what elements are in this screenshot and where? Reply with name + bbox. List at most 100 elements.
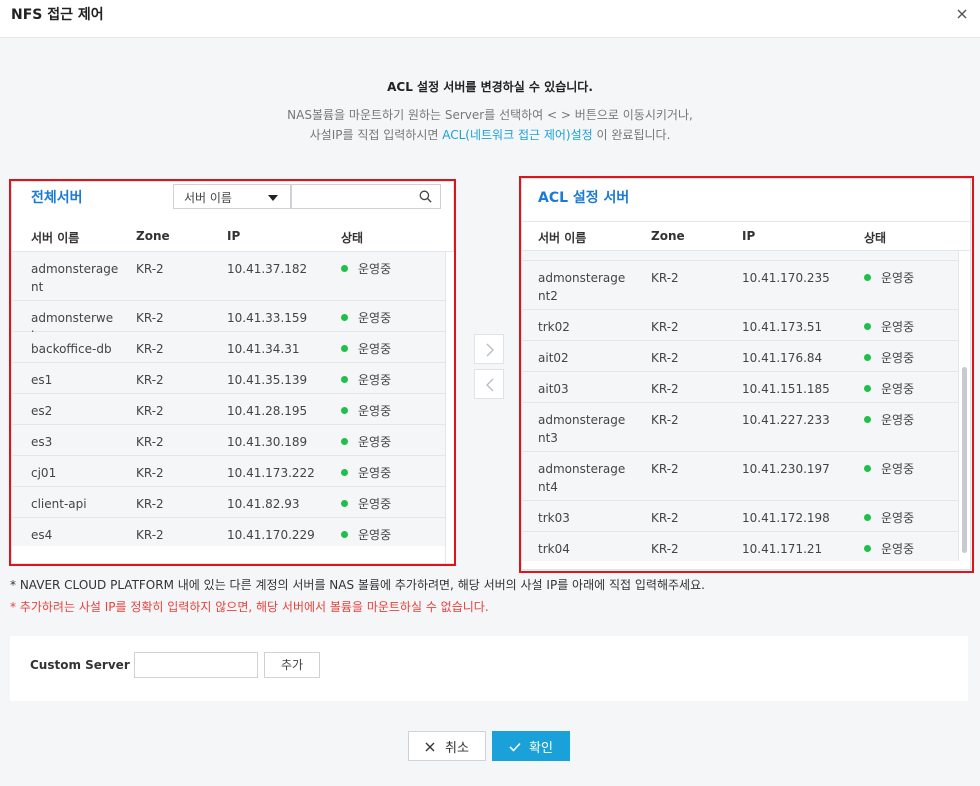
intro-title: ACL 설정 서버를 변경하실 수 있습니다.: [387, 80, 593, 94]
server-name-cell: ait02: [538, 351, 569, 365]
server-name-cell: cj01: [31, 466, 57, 480]
search-icon[interactable]: [419, 190, 432, 203]
custom-server-ip-field: [134, 652, 258, 678]
all-servers-scrollbar[interactable]: [445, 252, 454, 563]
search-field-selected: 서버 이름: [184, 191, 232, 205]
status-text: 운영중: [881, 271, 915, 285]
table-row[interactable]: admonsterwebKR-210.41.33.159운영중: [12, 301, 445, 343]
ip-cell: 10.41.37.182: [227, 262, 308, 276]
table-row[interactable]: es3 KR-2 10.41.30.189 운영중: [12, 425, 445, 456]
cancel-button[interactable]: 취소: [408, 731, 486, 761]
close-icon: [957, 9, 967, 19]
ip-cell: 10.41.151.185: [742, 382, 830, 396]
server-name-cell: es4: [31, 528, 53, 542]
table-row[interactable]: admonsteragent3 KR-2 10.41.227.233 운영중: [522, 403, 958, 452]
server-name-cell: admonsteragent: [31, 262, 119, 294]
status-cell: 운영중: [864, 349, 914, 367]
zone-cell: KR-2: [136, 262, 164, 276]
status-dot-icon: [341, 376, 348, 383]
status-cell: 운영중: [341, 340, 391, 358]
status-cell: 운영중: [341, 464, 391, 482]
nfs-access-modal: NFS 접근 제어 ACL 설정 서버를 변경하실 수 있습니다. NAS볼륨을…: [0, 0, 980, 786]
confirm-label: 확인: [529, 741, 553, 756]
intro-line-2: 사설IP를 직접 입력하시면 ACL(네트워크 접근 제어)설정 이 완료됩니다…: [0, 125, 980, 145]
ip-cell: 10.41.34.31: [227, 342, 300, 356]
status-cell: 운영중: [341, 260, 391, 278]
intro-line-1: NAS볼륨을 마운트하기 원하는 Server를 선택하여 < > 버튼으로 이…: [287, 108, 693, 122]
zone-cell: KR-2: [136, 497, 164, 511]
zone-cell: KR-2: [136, 311, 164, 325]
table-row[interactable]: es2 KR-2 10.41.28.195 운영중: [12, 394, 445, 425]
server-name-cell: es2: [31, 404, 53, 418]
column-header-ip: IP: [742, 229, 756, 243]
column-header-zone: Zone: [651, 229, 685, 243]
acl-servers-table-body: admonsteragent2 KR-2 10.41.170.235 운영중 trk02…: [522, 251, 958, 561]
status-dot-icon: [341, 500, 348, 507]
zone-cell: KR-2: [651, 542, 679, 556]
search-box: [291, 184, 441, 209]
status-cell: 운영중: [341, 371, 391, 389]
server-name-cell: ait03: [538, 382, 569, 396]
column-header-status: 상태: [864, 231, 887, 245]
intro-section: ACL 설정 서버를 변경하실 수 있습니다. NAS볼륨을 마운트하기 원하는…: [0, 78, 980, 145]
ip-cell: 10.41.170.229: [227, 528, 315, 542]
status-cell: 운영중: [864, 540, 914, 558]
search-field-select[interactable]: 서버 이름: [173, 184, 291, 209]
zone-cell: KR-2: [136, 342, 164, 356]
acl-setting-link[interactable]: ACL(네트워크 접근 제어)설정: [442, 128, 592, 142]
table-row[interactable]: trk04 KR-2 10.41.171.21 운영중: [522, 532, 958, 561]
add-button[interactable]: 추가: [264, 652, 320, 678]
acl-servers-table-header: 서버 이름 Zone IP 상태: [522, 221, 970, 251]
status-dot-icon: [864, 514, 871, 521]
close-icon: [425, 742, 435, 752]
status-dot-icon: [341, 314, 348, 321]
status-cell: 운영중: [864, 269, 914, 287]
move-left-button[interactable]: [474, 369, 504, 399]
status-text: 운영중: [881, 511, 915, 525]
status-text: 운영중: [358, 528, 392, 542]
table-row[interactable]: admonsteragent4 KR-2 10.41.230.197 운영중: [522, 452, 958, 501]
all-servers-title: 전체서버: [31, 190, 83, 206]
chevron-right-icon: [486, 343, 494, 357]
status-dot-icon: [341, 531, 348, 538]
scrolled-row-edge: [522, 251, 958, 261]
status-cell: 운영중: [341, 495, 391, 513]
zone-cell: KR-2: [136, 466, 164, 480]
table-row[interactable]: es1 KR-2 10.41.35.139 운영중: [12, 363, 445, 394]
status-text: 운영중: [358, 373, 392, 387]
table-row[interactable]: trk02 KR-2 10.41.173.51 운영중: [522, 310, 958, 341]
intro-line-2-suffix: 이 완료됩니다.: [592, 128, 671, 142]
status-dot-icon: [864, 545, 871, 552]
close-button[interactable]: [954, 6, 970, 22]
table-row[interactable]: trk03 KR-2 10.41.172.198 운영중: [522, 501, 958, 532]
table-row[interactable]: client-api KR-2 10.41.82.93 운영중: [12, 487, 445, 518]
table-row[interactable]: admonsteragent2 KR-2 10.41.170.235 운영중: [522, 261, 958, 310]
table-row[interactable]: admonsteragent KR-2 10.41.37.182 운영중: [12, 252, 445, 301]
status-dot-icon: [341, 407, 348, 414]
modal-title: NFS 접근 제어: [11, 7, 104, 23]
table-row[interactable]: ait02 KR-2 10.41.176.84 운영중: [522, 341, 958, 372]
status-dot-icon: [341, 265, 348, 272]
acl-servers-scrollbar[interactable]: [958, 251, 970, 561]
acl-servers-scroll-thumb[interactable]: [962, 367, 967, 553]
move-right-button[interactable]: [474, 334, 504, 364]
chevron-left-icon: [486, 378, 494, 392]
custom-server-ip-input[interactable]: [135, 653, 257, 677]
table-row[interactable]: ait03 KR-2 10.41.151.185 운영중: [522, 372, 958, 403]
status-text: 운영중: [358, 435, 392, 449]
custom-server-ip-section: Custom Server IP 추가: [10, 636, 968, 701]
table-row[interactable]: cj01 KR-2 10.41.173.222 운영중: [12, 456, 445, 487]
server-name-cell: trk04: [538, 542, 570, 556]
server-name-cell: es3: [31, 435, 53, 449]
search-input[interactable]: [292, 185, 412, 208]
zone-cell: KR-2: [136, 404, 164, 418]
confirm-button[interactable]: 확인: [492, 731, 570, 761]
table-row[interactable]: backoffice-db KR-2 10.41.34.31 운영중: [12, 332, 445, 363]
zone-cell: KR-2: [136, 528, 164, 542]
zone-cell: KR-2: [136, 435, 164, 449]
acl-servers-panel: ACL 설정 서버 서버 이름 Zone IP 상태 admonsteragen…: [521, 178, 971, 570]
status-text: 운영중: [358, 342, 392, 356]
ip-cell: 10.41.82.93: [227, 497, 300, 511]
status-dot-icon: [864, 416, 871, 423]
table-row[interactable]: es4 KR-2 10.41.170.229 운영중: [12, 518, 445, 546]
